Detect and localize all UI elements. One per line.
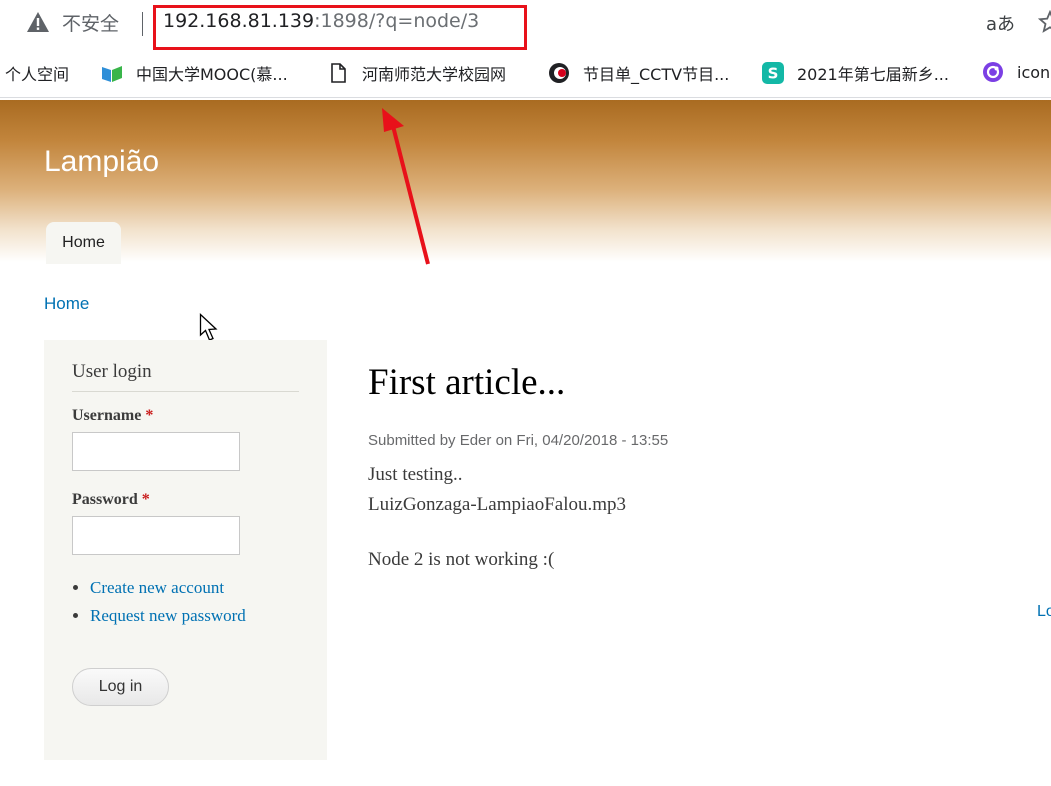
icon-site-icon [983,62,1003,82]
article-body-line: Node 2 is not working :( [368,549,555,570]
block-title: User login [72,361,299,392]
list-item: Create new account [90,578,246,598]
cctv-icon [549,63,569,83]
list-item: Request new password [90,606,246,626]
submitted-info: Submitted by Eder on Fri, 04/20/2018 - 1… [368,432,669,449]
site-name[interactable]: Lampião [44,145,159,179]
address-separator [142,12,143,36]
breadcrumb[interactable]: Home [44,294,89,314]
password-label-text: Password [72,491,138,508]
article-body-line: LuizGonzaga-LampiaoFalou.mp3 [368,494,627,515]
bookmark-xinxiang[interactable]: S 2021年第七届新乡... [762,61,949,85]
url-annotation-box [153,5,527,50]
bookmark-label: icon [1017,62,1051,82]
bookmark-cctv[interactable]: 节目单_CCTV节目... [548,61,729,85]
username-label-text: Username [72,407,142,424]
bookmark-label: 节目单_CCTV节目... [583,65,730,84]
bookmarks-bar: 个人空间 中国大学MOOC(慕... 河南师范大学校园网 节目单_CCTV节目.… [0,50,1051,98]
address-bar[interactable]: 不安全 192.168.81.139:1898/?q=node/3 aあ [0,0,1051,50]
svg-text:S: S [768,65,779,83]
required-mark: * [145,407,154,424]
password-label: Password * [72,491,150,509]
bookmark-star-icon[interactable] [1038,10,1051,34]
annotation-arrow-icon [382,108,430,265]
bookmark-personal-space[interactable]: 个人空间 [5,61,69,85]
bookmark-label: 个人空间 [5,65,70,84]
create-account-link[interactable]: Create new account [90,578,224,597]
request-password-link[interactable]: Request new password [90,606,246,625]
user-login-block: User login Username * Password * Create … [44,340,327,760]
bookmark-label: 中国大学MOOC(慕... [136,65,288,84]
username-label: Username * [72,407,153,425]
site-header: Lampião Home [0,100,1051,264]
warning-icon[interactable] [26,11,50,33]
log-in-button[interactable]: Log in [72,668,169,706]
login-links: Create new account Request new password [74,578,246,634]
bookmark-mooc[interactable]: 中国大学MOOC(慕... [101,61,288,85]
required-mark: * [141,491,150,508]
article-title[interactable]: First article... [368,361,565,404]
article-body-line: Just testing.. [368,464,463,485]
mooc-icon [102,66,122,82]
edge-link[interactable]: Lo [1037,603,1051,621]
bookmark-label: 河南师范大学校园网 [362,65,507,84]
bookmark-label: 2021年第七届新乡... [797,65,949,84]
security-label[interactable]: 不安全 [62,9,119,36]
mouse-cursor-icon [199,313,218,341]
bookmark-henan-normal[interactable]: 河南师范大学校园网 [327,61,506,85]
password-input[interactable] [72,516,240,555]
tab-home[interactable]: Home [46,222,121,264]
read-aloud-icon[interactable]: aあ [986,10,1015,36]
s-app-icon: S [762,62,784,84]
username-input[interactable] [72,432,240,471]
document-icon [331,63,346,83]
bookmark-icon-site[interactable]: icon [982,61,1050,83]
